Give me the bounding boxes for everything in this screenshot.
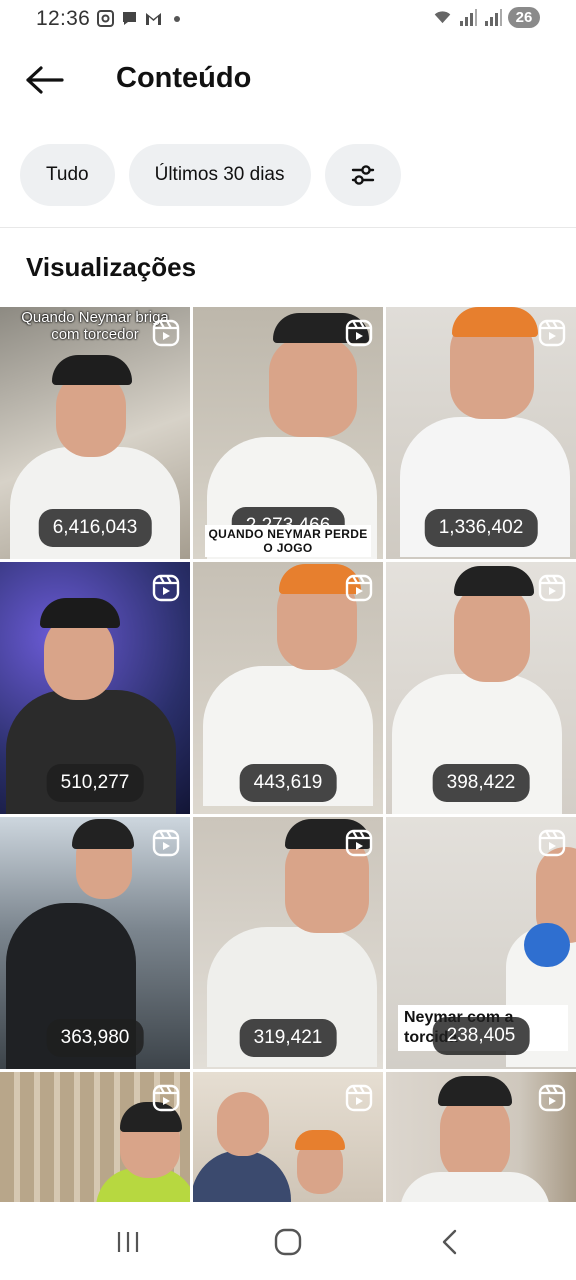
chevron-left-icon (442, 1229, 457, 1255)
reels-grid: Quando Neymar briga com torcedor 6,416,0… (0, 307, 576, 1202)
filter-bar: Tudo Últimos 30 dias (20, 144, 401, 206)
reel-tile[interactable]: 2,273,466 QUANDO NEYMAR PERDE O JOGO (193, 307, 383, 559)
reel-tile[interactable]: 443,619 (193, 562, 383, 814)
system-navbar (0, 1204, 576, 1280)
views-count: 443,619 (239, 764, 337, 802)
reel-tile[interactable]: 398,422 (386, 562, 576, 814)
person-cap (454, 566, 534, 596)
person-cap (452, 307, 538, 337)
reel-tile[interactable]: 510,277 (0, 562, 190, 814)
reels-icon (345, 1084, 373, 1112)
reels-icon (538, 574, 566, 602)
person-head (217, 1092, 269, 1156)
reel-tile[interactable] (386, 1072, 576, 1202)
recents-icon (117, 1232, 139, 1252)
reels-icon (345, 829, 373, 857)
headphones-icon (524, 923, 570, 967)
reels-icon (152, 1084, 180, 1112)
screenshot-icon (96, 9, 115, 28)
filter-period-chip[interactable]: Últimos 30 dias (128, 144, 311, 206)
reels-icon (345, 574, 373, 602)
person-cap (438, 1076, 512, 1106)
reels-icon (152, 829, 180, 857)
reel-tile[interactable]: 319,421 (193, 817, 383, 1069)
person-head (454, 584, 530, 682)
views-count: 1,336,402 (424, 509, 538, 547)
signal-icon (483, 8, 502, 27)
person-shirt (400, 1172, 550, 1202)
page-title: Conteúdo (116, 62, 252, 94)
person-cap (40, 598, 120, 628)
arrow-left-icon (26, 66, 64, 94)
gmail-icon (144, 9, 163, 28)
more-notifications-icon (174, 15, 180, 22)
wifi-icon (433, 8, 452, 27)
section-title: Visualizações (26, 252, 197, 282)
status-time: 12:36 (36, 7, 91, 30)
divider (0, 227, 576, 228)
battery-indicator: 26 (508, 7, 540, 28)
reel-tile[interactable]: Neymar com a torcida 238,405 (386, 817, 576, 1069)
reels-icon (538, 829, 566, 857)
reels-icon (152, 574, 180, 602)
reel-tile[interactable]: 363,980 (0, 817, 190, 1069)
filter-all-chip[interactable]: Tudo (20, 144, 115, 206)
filter-settings-button[interactable] (324, 144, 401, 206)
system-icons: 26 (433, 7, 540, 28)
person-cap (52, 355, 132, 385)
reel-tile[interactable] (193, 1072, 383, 1202)
person-cap (295, 1130, 345, 1150)
reels-icon (538, 1084, 566, 1112)
reel-tile[interactable]: 1,336,402 (386, 307, 576, 559)
views-count: 398,422 (432, 764, 530, 802)
back-button[interactable] (20, 60, 68, 100)
views-count: 363,980 (46, 1019, 144, 1057)
reel-caption: QUANDO NEYMAR PERDE O JOGO (205, 525, 371, 557)
signal-icon (458, 8, 477, 27)
views-count: 510,277 (46, 764, 144, 802)
reels-icon (152, 319, 180, 347)
views-count: 319,421 (239, 1019, 337, 1057)
header: Conteúdo (0, 44, 576, 116)
system-back-button[interactable] (420, 1222, 480, 1262)
status-bar: 12:36 26 (0, 0, 576, 36)
reels-icon (345, 319, 373, 347)
person-head (269, 337, 357, 437)
notification-icons (96, 9, 180, 28)
sliders-icon (351, 165, 374, 185)
home-button[interactable] (258, 1222, 318, 1262)
views-count: 238,405 (432, 1017, 530, 1055)
reel-tile[interactable] (0, 1072, 190, 1202)
recents-button[interactable] (98, 1222, 158, 1262)
chat-icon (120, 9, 139, 28)
reels-icon (538, 319, 566, 347)
home-icon (274, 1228, 302, 1256)
views-count: 6,416,043 (38, 509, 152, 547)
reel-tile[interactable]: Quando Neymar briga com torcedor 6,416,0… (0, 307, 190, 559)
